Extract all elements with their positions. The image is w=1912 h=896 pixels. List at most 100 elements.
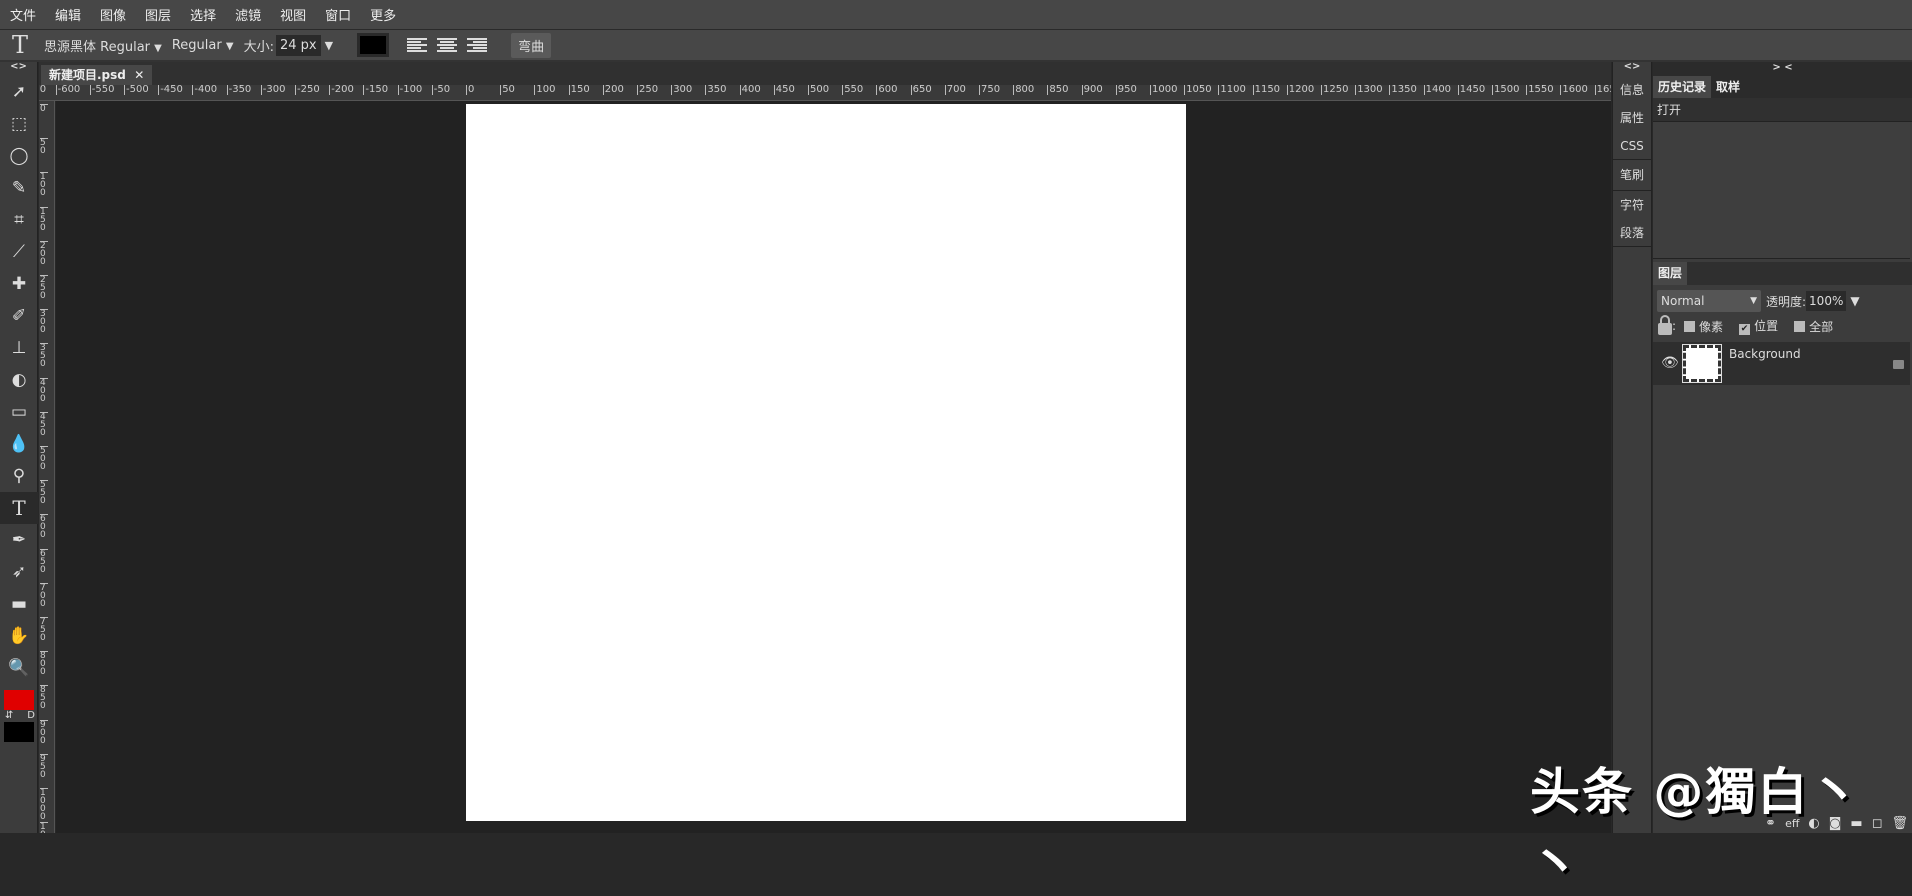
panel-properties[interactable]: 属性 xyxy=(1613,104,1651,132)
panel-toggle-left[interactable]: <> xyxy=(0,62,37,76)
panel-brush[interactable]: 笔刷 xyxy=(1613,160,1651,191)
opacity-label: 透明度: xyxy=(1766,294,1807,309)
checkbox[interactable] xyxy=(1684,320,1696,332)
ruler-label: 800 xyxy=(1013,85,1035,95)
eye-icon[interactable]: 👁 xyxy=(1661,355,1679,371)
text-color-swatch[interactable] xyxy=(357,33,390,57)
panel-info[interactable]: 信息 xyxy=(1613,76,1651,104)
collapse-panel-button[interactable]: > < xyxy=(1653,62,1912,76)
layer-name[interactable]: Background xyxy=(1729,347,1801,361)
font-style-select[interactable]: Regular ▼ xyxy=(172,38,234,53)
swap-colors-icon[interactable]: ⇵ xyxy=(5,710,13,722)
lock-all-checkbox[interactable]: 全部 xyxy=(1786,318,1833,335)
ruler-label: 1550 xyxy=(1526,85,1554,95)
zoom-tool[interactable]: 🔍 xyxy=(0,652,38,684)
font-family-select[interactable]: 思源黑体 Regular ▼ xyxy=(44,36,162,55)
opacity-input[interactable]: 100% xyxy=(1806,291,1847,311)
history-tabs: 历史记录 取样 xyxy=(1653,76,1912,98)
menu-view[interactable]: 视图 xyxy=(280,5,306,24)
ruler-label: 750 xyxy=(40,617,48,643)
panel-paragraph[interactable]: 段落 xyxy=(1613,219,1651,247)
foreground-color-swatch[interactable] xyxy=(4,690,34,710)
history-item[interactable]: 打开 xyxy=(1653,98,1912,122)
checkbox[interactable] xyxy=(1794,320,1806,332)
opacity-dropdown[interactable]: ▼ xyxy=(1850,294,1859,308)
ruler-label: 1350 xyxy=(1389,85,1417,95)
quick-select-tool[interactable]: ✎ xyxy=(0,172,38,204)
ruler-label: 700 xyxy=(40,582,48,608)
background-color-swatch[interactable] xyxy=(4,722,34,742)
blur-tool[interactable]: 💧 xyxy=(0,428,38,460)
align-right-button[interactable] xyxy=(467,36,488,54)
ruler-label: 350 xyxy=(705,85,727,95)
crop-tool[interactable]: ⌗ xyxy=(0,204,38,236)
document-canvas[interactable] xyxy=(466,104,1186,821)
ruler-label: 250 xyxy=(40,275,48,301)
document-tab[interactable]: 新建项目.psd ✕ xyxy=(41,65,153,85)
move-tool[interactable]: ➚ xyxy=(0,76,38,108)
ruler-label: 550 xyxy=(842,85,864,95)
warp-button[interactable]: 弯曲 xyxy=(511,32,552,58)
lock-icon xyxy=(1893,360,1904,369)
menu-filter[interactable]: 滤镜 xyxy=(235,5,261,24)
panel-toggle-right[interactable]: <> xyxy=(1613,62,1651,76)
size-input[interactable]: 24 px xyxy=(275,34,321,56)
eyedropper-tool[interactable]: ⟋ xyxy=(0,236,38,268)
tab-layers[interactable]: 图层 xyxy=(1653,262,1688,285)
font-style-value: Regular xyxy=(171,37,222,53)
align-left-button[interactable] xyxy=(407,36,428,54)
layer-row[interactable]: 👁 Background xyxy=(1653,342,1910,385)
panel-css[interactable]: CSS xyxy=(1613,132,1651,160)
ruler-label: 650 xyxy=(910,85,932,95)
ruler-label: 250 xyxy=(637,85,659,95)
type-tool[interactable]: T xyxy=(0,492,38,524)
lock-pixels-checkbox[interactable]: 像素 xyxy=(1676,318,1723,335)
ruler-label: 50 xyxy=(500,85,515,95)
ruler-label: 150 xyxy=(40,206,48,232)
hand-tool[interactable]: ✋ xyxy=(0,620,38,652)
ruler-label: 1050 xyxy=(40,822,48,833)
checkbox-checked[interactable]: ✔ xyxy=(1739,324,1751,335)
menu-more[interactable]: 更多 xyxy=(370,5,396,24)
ruler-label: 450 xyxy=(773,85,795,95)
menu-image[interactable]: 图像 xyxy=(100,5,126,24)
ruler-label: -500 xyxy=(124,85,149,95)
default-colors-icon[interactable]: D xyxy=(27,710,35,722)
chevron-down-icon: ▼ xyxy=(154,42,162,54)
font-family-value: 思源黑体 Regular xyxy=(44,39,151,55)
gradient-tool[interactable]: ▭ xyxy=(0,396,38,428)
menu-file[interactable]: 文件 xyxy=(10,5,36,24)
panel-icon-column: <> 信息 属性 CSS 笔刷 字符 段落 xyxy=(1612,62,1652,833)
panel-character[interactable]: 字符 xyxy=(1613,191,1651,219)
size-dropdown[interactable]: ▼ xyxy=(325,39,333,52)
ruler-label: 1150 xyxy=(1252,85,1281,95)
lasso-tool[interactable]: ◯ xyxy=(0,140,38,172)
menu-edit[interactable]: 编辑 xyxy=(55,5,81,24)
tab-samples[interactable]: 取样 xyxy=(1711,76,1745,98)
blend-mode-select[interactable]: Normal ▼ xyxy=(1657,290,1761,312)
pen-tool[interactable]: ✒ xyxy=(0,524,38,556)
shape-tool[interactable]: ▬ xyxy=(0,588,38,620)
align-center-button[interactable] xyxy=(437,36,458,54)
close-icon[interactable]: ✕ xyxy=(134,68,144,82)
marquee-tool[interactable]: ⬚ xyxy=(0,108,38,140)
options-bar: T 思源黑体 Regular ▼ Regular ▼ 大小: 24 px ▼ 弯… xyxy=(0,30,1912,62)
type-icon: T xyxy=(12,31,29,59)
ruler-label: -300 xyxy=(260,85,286,95)
healing-tool[interactable]: ✚ xyxy=(0,268,38,300)
menu-select[interactable]: 选择 xyxy=(190,5,216,24)
blend-mode-value: Normal xyxy=(1661,294,1705,308)
tab-history[interactable]: 历史记录 xyxy=(1653,76,1712,98)
lock-position-checkbox[interactable]: ✔ 位置 xyxy=(1731,317,1778,335)
ruler-label: -350 xyxy=(226,85,252,95)
stamp-tool[interactable]: ⊥ xyxy=(0,332,38,364)
brush-tool[interactable]: ✐ xyxy=(0,300,38,332)
eraser-tool[interactable]: ◐ xyxy=(0,364,38,396)
dodge-tool[interactable]: ⚲ xyxy=(0,460,38,492)
ruler-label: 0 xyxy=(466,85,475,95)
menu-window[interactable]: 窗口 xyxy=(325,5,351,24)
ruler-label: -400 xyxy=(192,85,218,95)
ruler-label: 1600 xyxy=(1560,85,1588,95)
menu-layer[interactable]: 图层 xyxy=(145,5,171,24)
path-select-tool[interactable]: ➶ xyxy=(0,556,38,588)
